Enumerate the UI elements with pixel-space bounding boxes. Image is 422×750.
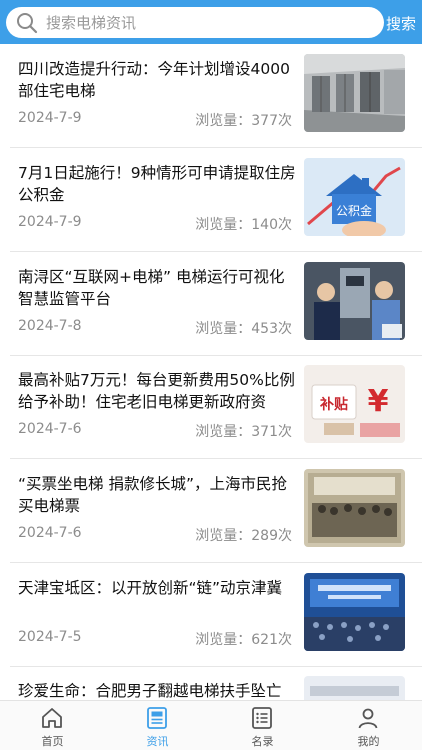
- directory-icon: [252, 707, 272, 729]
- news-title: “买票坐电梯 捐款修长城”，上海市民抢买电梯票: [18, 475, 287, 515]
- news-title: 四川改造提升行动：今年计划增设4000部住宅电梯: [18, 60, 290, 100]
- tab-label: 名录: [251, 735, 274, 748]
- news-list: 四川改造提升行动：今年计划增设4000部住宅电梯 2024-7-9 浏览量：37…: [0, 44, 422, 700]
- news-title: 天津宝坻区：以开放创新“链”动京津冀: [18, 579, 283, 597]
- news-item[interactable]: 南浔区“互联网+电梯” 电梯运行可视化智慧监管平台 2024-7-8 浏览量：4…: [0, 252, 422, 356]
- news-date: 2024-7-9: [18, 214, 82, 230]
- tab-profile[interactable]: 我的: [316, 701, 421, 750]
- news-title: 7月1日起施行！9种情形可申请提取住房公积金: [18, 164, 296, 204]
- tab-home[interactable]: 首页: [0, 701, 105, 750]
- news-title: 最高补贴7万元！每台更新费用50%比例给予补助！住宅老旧电梯更新政府资: [18, 371, 295, 411]
- search-input[interactable]: [46, 7, 376, 38]
- news-thumbnail-subsidy[interactable]: 补贴 ¥: [304, 365, 405, 443]
- top-search-bar: 搜索: [0, 0, 422, 44]
- profile-icon: [358, 708, 378, 729]
- tab-label: 首页: [41, 735, 64, 748]
- bottom-tab-bar: 首页 资讯 名录 我的: [0, 700, 422, 750]
- news-view-count: 浏览量：621次: [195, 632, 292, 648]
- news-thumbnail-housing-fund[interactable]: 公积金: [304, 158, 405, 236]
- news-icon: [147, 707, 167, 729]
- tab-label: 我的: [357, 735, 380, 748]
- news-thumbnail-escalator[interactable]: [304, 676, 405, 700]
- news-thumbnail-elevator-inspection[interactable]: [304, 262, 405, 340]
- news-item[interactable]: “买票坐电梯 捐款修长城”，上海市民抢买电梯票 2024-7-6 浏览量：289…: [0, 459, 422, 563]
- news-item[interactable]: 最高补贴7万元！每台更新费用50%比例给予补助！住宅老旧电梯更新政府资 2024…: [0, 355, 422, 459]
- svg-text:¥: ¥: [368, 384, 389, 419]
- news-date: 2024-7-8: [18, 318, 82, 334]
- news-thumbnail-elevator-lobby[interactable]: [304, 54, 405, 132]
- tab-directory[interactable]: 名录: [210, 701, 315, 750]
- search-button[interactable]: 搜索: [386, 10, 422, 36]
- news-thumbnail-historic-crowd[interactable]: [304, 469, 405, 547]
- news-view-count: 浏览量：377次: [195, 113, 292, 129]
- thumbnail-caption: 公积金: [336, 203, 372, 218]
- tab-label: 资讯: [146, 735, 169, 748]
- news-view-count: 浏览量：371次: [195, 424, 292, 440]
- news-date: 2024-7-5: [18, 629, 82, 645]
- news-title: 南浔区“互联网+电梯” 电梯运行可视化智慧监管平台: [18, 268, 285, 308]
- news-item[interactable]: 珍爱生命：合肥男子翻越电梯扶手坠亡: [0, 666, 422, 700]
- news-date: 2024-7-9: [18, 110, 82, 126]
- search-box[interactable]: [6, 7, 384, 38]
- tab-news[interactable]: 资讯: [105, 701, 210, 750]
- news-date: 2024-7-6: [18, 525, 82, 541]
- news-item[interactable]: 四川改造提升行动：今年计划增设4000部住宅电梯 2024-7-9 浏览量：37…: [0, 44, 422, 148]
- news-view-count: 浏览量：453次: [195, 321, 292, 337]
- news-item[interactable]: 7月1日起施行！9种情形可申请提取住房公积金 2024-7-9 浏览量：140次…: [0, 148, 422, 252]
- news-date: 2024-7-6: [18, 421, 82, 437]
- news-title: 珍爱生命：合肥男子翻越电梯扶手坠亡: [18, 682, 282, 700]
- news-thumbnail-conference[interactable]: [304, 573, 405, 651]
- news-view-count: 浏览量：140次: [195, 217, 292, 233]
- news-item[interactable]: 天津宝坻区：以开放创新“链”动京津冀 2024-7-5 浏览量：621次: [0, 563, 422, 667]
- search-icon: [17, 13, 38, 34]
- thumbnail-caption: 补贴: [319, 396, 348, 413]
- news-view-count: 浏览量：289次: [195, 528, 292, 544]
- home-icon: [42, 708, 62, 728]
